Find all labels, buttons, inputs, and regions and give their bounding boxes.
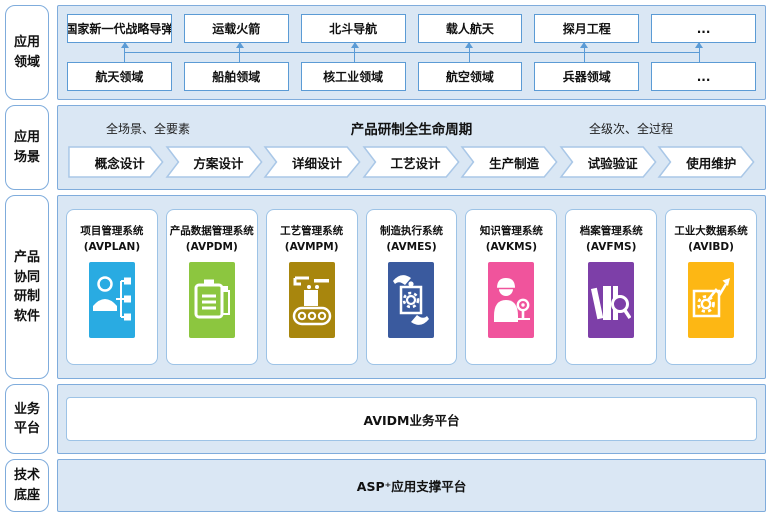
worker-pin-icon	[488, 262, 534, 338]
domain-top-item: 北斗导航	[301, 14, 406, 43]
software-card-avplan: 项目管理系统 (AVPLAN)	[66, 209, 158, 365]
person-orgchart-icon	[89, 262, 135, 338]
scenario-header: 全场景、全要素 产品研制全生命周期 全级次、全过程	[58, 118, 765, 138]
card-code: (AVFMS)	[586, 241, 636, 253]
software-card-avpdm: 产品数据管理系统 (AVPDM)	[166, 209, 258, 365]
stage-label: 概念设计	[68, 146, 164, 178]
software-card-avmpm: 工艺管理系统 (AVMPM)	[266, 209, 358, 365]
avidm-platform-box: AVIDM业务平台	[66, 397, 757, 441]
gear-document-icon	[388, 262, 434, 338]
domain-bottom-item: 航天领域	[67, 62, 172, 91]
card-code: (AVPLAN)	[84, 241, 140, 253]
stage-arrow: 方案设计	[167, 146, 263, 178]
stage-arrow: 详细设计	[265, 146, 361, 178]
section-product-software: 产品 协同 研制 软件 项目管理系统 (AVPLAN)	[5, 195, 766, 379]
card-code: (AVKMS)	[486, 241, 537, 253]
business-panel: AVIDM业务平台	[57, 384, 766, 454]
connector-up-arrow	[239, 43, 240, 62]
card-title: 工业大数据系统	[674, 223, 748, 238]
software-side-label: 产品 协同 研制 软件	[5, 195, 49, 379]
domain-bottom-item: ...	[651, 62, 756, 91]
domain-top-item: 运载火箭	[184, 14, 289, 43]
stage-label: 详细设计	[265, 146, 361, 178]
domain-panel: 国家新一代战略导弹 运载火箭 北斗导航 载人航天 探月工程 ... 航天领域 船…	[57, 5, 766, 100]
connector-up-arrow	[699, 43, 700, 62]
domain-bottom-item: 核工业领域	[301, 62, 406, 91]
software-panel: 项目管理系统 (AVPLAN) 产品数据管理系	[57, 195, 766, 379]
connector-up-arrow	[354, 43, 355, 62]
clipboard-icon	[189, 262, 235, 338]
scenario-panel: 全场景、全要素 产品研制全生命周期 全级次、全过程 概念设计 方案设计 详细设计	[57, 105, 766, 190]
domain-bottom-row: 航天领域 船舶领域 核工业领域 航空领域 兵器领域 ...	[67, 62, 756, 91]
card-title: 产品数据管理系统	[170, 223, 254, 238]
domain-bottom-item: 航空领域	[418, 62, 523, 91]
lifecycle-stage-arrows: 概念设计 方案设计 详细设计 工艺设计 生产制造	[58, 138, 765, 178]
business-side-label: 业务 平台	[5, 384, 49, 454]
scenario-left-note: 全场景、全要素	[58, 120, 351, 137]
software-card-avibd: 工业大数据系统 (AVIBD)	[665, 209, 757, 365]
stage-label: 生产制造	[462, 146, 558, 178]
card-title: 项目管理系统	[80, 223, 143, 238]
software-cards: 项目管理系统 (AVPLAN) 产品数据管理系	[66, 209, 757, 365]
scenario-side-label: 应用 场景	[5, 105, 49, 190]
section-technical-base: 技术 底座 ASP⁺应用支撑平台	[5, 459, 766, 512]
domain-top-item: 探月工程	[534, 14, 639, 43]
connector-up-arrow	[469, 43, 470, 62]
software-card-avkms: 知识管理系统 (AVKMS)	[465, 209, 557, 365]
domain-connector-lines	[67, 43, 756, 62]
architecture-diagram: 应用 领域 国家新一代战略导弹 运载火箭 北斗导航 载人航天 探月工程 ... …	[0, 0, 771, 518]
domain-side-label: 应用 领域	[5, 5, 49, 100]
domain-top-item: ...	[651, 14, 756, 43]
card-code: (AVMES)	[386, 241, 436, 253]
domain-bottom-item: 船舶领域	[184, 62, 289, 91]
gear-trend-icon	[688, 262, 734, 338]
card-title: 制造执行系统	[380, 223, 443, 238]
domain-bottom-item: 兵器领域	[534, 62, 639, 91]
stage-label: 工艺设计	[364, 146, 460, 178]
domain-top-row: 国家新一代战略导弹 运载火箭 北斗导航 载人航天 探月工程 ...	[67, 14, 756, 43]
conveyor-icon	[289, 262, 335, 338]
base-side-label: 技术 底座	[5, 459, 49, 512]
asp-platform-panel: ASP⁺应用支撑平台	[57, 459, 766, 512]
domain-top-item: 国家新一代战略导弹	[67, 14, 172, 43]
card-title: 工艺管理系统	[280, 223, 343, 238]
connector-up-arrow	[124, 43, 125, 62]
card-code: (AVMPM)	[285, 241, 339, 253]
stage-arrow: 概念设计	[68, 146, 164, 178]
domain-top-item: 载人航天	[418, 14, 523, 43]
scenario-right-note: 全级次、全过程	[472, 120, 765, 137]
connector-up-arrow	[584, 43, 585, 62]
card-title: 知识管理系统	[480, 223, 543, 238]
stage-arrow: 使用维护	[659, 146, 755, 178]
software-card-avfms: 档案管理系统 (AVFMS)	[565, 209, 657, 365]
stage-label: 方案设计	[167, 146, 263, 178]
section-application-scenario: 应用 场景 全场景、全要素 产品研制全生命周期 全级次、全过程 概念设计 方案设…	[5, 105, 766, 190]
stage-arrow: 生产制造	[462, 146, 558, 178]
card-title: 档案管理系统	[580, 223, 643, 238]
section-application-domain: 应用 领域 国家新一代战略导弹 运载火箭 北斗导航 载人航天 探月工程 ... …	[5, 5, 766, 100]
stage-label: 使用维护	[659, 146, 755, 178]
books-magnifier-icon	[588, 262, 634, 338]
software-card-avmes: 制造执行系统 (AVMES)	[366, 209, 458, 365]
stage-arrow: 工艺设计	[364, 146, 460, 178]
stage-label: 试验验证	[561, 146, 657, 178]
connector-bus-line	[124, 52, 698, 53]
section-business-platform: 业务 平台 AVIDM业务平台	[5, 384, 766, 454]
stage-arrow: 试验验证	[561, 146, 657, 178]
card-code: (AVIBD)	[688, 241, 734, 253]
scenario-center-title: 产品研制全生命周期	[351, 118, 473, 138]
card-code: (AVPDM)	[186, 241, 238, 253]
